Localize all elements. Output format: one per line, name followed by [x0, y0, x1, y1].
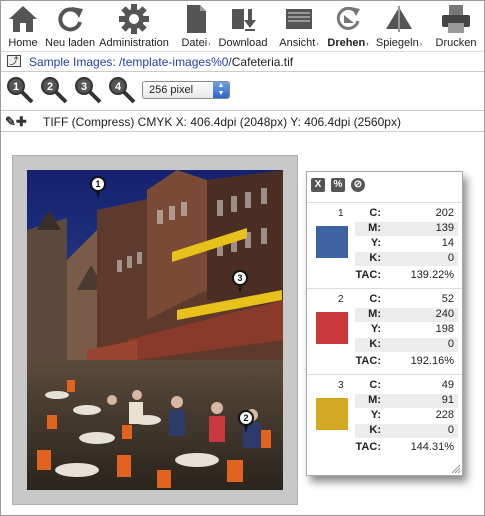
percent-toggle-button[interactable]: %: [331, 178, 345, 192]
chevron-updown-icon: ▲ ▼: [213, 82, 229, 98]
mirror-menu-button[interactable]: Spiegeln›: [373, 1, 425, 51]
row-m: M: 240: [355, 308, 458, 322]
row-m: M: 139: [355, 222, 458, 236]
zoom-2-icon[interactable]: 2: [39, 75, 69, 105]
color-pin-1-label: 1: [90, 176, 106, 192]
disable-button[interactable]: ⊘: [351, 178, 365, 192]
parent-folder-icon[interactable]: ⤴: [7, 55, 21, 67]
zoom-size-value: 256 pixel: [149, 84, 194, 96]
file-icon: [187, 5, 206, 33]
entry-3-number: 3: [338, 380, 344, 391]
zoom-1-icon[interactable]: 1: [5, 75, 35, 105]
print-button[interactable]: Drucken: [431, 1, 481, 51]
row-y: Y: 14: [370, 237, 454, 249]
administration-button[interactable]: Administration: [97, 1, 171, 51]
entry-2-number: 2: [338, 294, 344, 305]
home-button[interactable]: Home: [3, 1, 43, 51]
download-icon: [232, 9, 256, 31]
view-menu-label: Ansicht›: [279, 37, 319, 49]
home-icon: [9, 6, 37, 32]
zoom-4-label: 4: [115, 81, 122, 93]
download-button[interactable]: Download: [217, 1, 269, 51]
cafeteria-image: [27, 170, 283, 490]
row-k: K: 0: [355, 424, 458, 438]
administration-label: Administration: [99, 37, 169, 49]
row-tac: TAC: 192.16%: [355, 355, 454, 367]
zoom-3-label: 3: [81, 81, 87, 93]
mirror-icon: [386, 6, 412, 32]
color-pin-1[interactable]: 1: [90, 176, 106, 200]
view-menu-arrow: ›: [316, 41, 319, 48]
toolbar: Home Neu laden Administration Datei› Dow…: [1, 1, 484, 51]
print-icon: [442, 5, 470, 33]
gear-icon: [119, 4, 149, 34]
zoom-4-icon[interactable]: 4: [107, 75, 137, 105]
color-swatch-2: [316, 312, 348, 344]
reload-button[interactable]: Neu laden: [45, 1, 95, 51]
path-bar: ⤴ Sample Images: /template-images%0/Cafe…: [1, 51, 484, 71]
row-y: Y: 228: [370, 409, 454, 421]
row-tac: TAC: 144.31%: [355, 441, 454, 453]
image-info-text: TIFF (Compress) CMYK X: 406.4dpi (2048px…: [43, 115, 401, 129]
row-c: C: 52: [369, 293, 454, 305]
color-pin-2[interactable]: 2: [238, 410, 254, 434]
reload-label: Neu laden: [45, 37, 96, 49]
zoom-3-icon[interactable]: 3: [73, 75, 103, 105]
rotate-menu-label: Drehen›: [327, 37, 369, 49]
rotate-icon: [336, 6, 360, 30]
color-measure-panel: X % ⊘ 1 C: 202 M: 139 Y: 14 K: 0 TAC: 139.22%…: [306, 171, 463, 476]
download-label: Download: [218, 37, 268, 49]
color-pin-1-tail: [96, 191, 100, 199]
row-k: K: 0: [355, 338, 458, 352]
color-entry-2: 2 C: 52 M: 240 Y: 198 K: 0 TAC: 192.16%: [307, 288, 462, 378]
color-pin-3[interactable]: 3: [232, 270, 248, 294]
row-y: Y: 198: [370, 323, 454, 335]
file-menu-label: Datei›: [181, 37, 211, 49]
breadcrumb: Sample Images: /template-images%0/Cafete…: [29, 55, 293, 69]
breadcrumb-link[interactable]: Sample Images: /template-images%0/: [29, 55, 232, 69]
color-swatch-1: [316, 226, 348, 258]
color-pin-3-tail: [238, 285, 242, 293]
color-pin-3-label: 3: [232, 270, 248, 286]
zoom-bar: 1 2 3 4: [1, 71, 484, 109]
row-tac: TAC: 139.22%: [355, 269, 454, 281]
file-menu-arrow: ›: [208, 41, 211, 48]
zoom-1-label: 1: [13, 81, 19, 93]
home-label: Home: [8, 37, 38, 49]
pen-plus-tools-icon[interactable]: ✎✚: [5, 114, 27, 130]
resize-grip-icon[interactable]: [450, 463, 460, 473]
zoom-size-select[interactable]: 256 pixel ▲ ▼: [142, 81, 230, 99]
print-label: Drucken: [435, 37, 477, 49]
color-pin-2-tail: [244, 425, 248, 433]
mirror-menu-label: Spiegeln›: [375, 37, 423, 49]
color-entry-1: 1 C: 202 M: 139 Y: 14 K: 0 TAC: 139.22%: [307, 202, 462, 292]
breadcrumb-file: Cafeteria.tif: [231, 55, 294, 69]
color-swatch-3: [316, 398, 348, 430]
row-m: M: 91: [355, 394, 458, 408]
file-menu-button[interactable]: Datei›: [177, 1, 215, 51]
info-bar: ✎✚ TIFF (Compress) CMYK X: 406.4dpi (204…: [1, 110, 484, 132]
entry-1-number: 1: [338, 208, 344, 219]
row-c: C: 202: [369, 207, 454, 219]
rotate-menu-button[interactable]: Drehen›: [325, 1, 371, 51]
color-pin-2-label: 2: [238, 410, 254, 426]
reload-icon: [58, 7, 83, 32]
clear-pins-button[interactable]: X: [311, 178, 325, 192]
color-entry-3: 3 C: 49 M: 91 Y: 228 K: 0 TAC: 144.31%: [307, 374, 462, 464]
mirror-menu-arrow: ›: [419, 41, 423, 48]
view-menu-button[interactable]: Ansicht›: [275, 1, 323, 51]
row-c: C: 49: [369, 379, 454, 391]
zoom-2-label: 2: [47, 81, 53, 93]
cafeteria-photo[interactable]: [27, 170, 283, 490]
view-icon: [286, 9, 312, 29]
row-k: K: 0: [355, 252, 458, 266]
rotate-menu-arrow: ›: [366, 41, 369, 48]
